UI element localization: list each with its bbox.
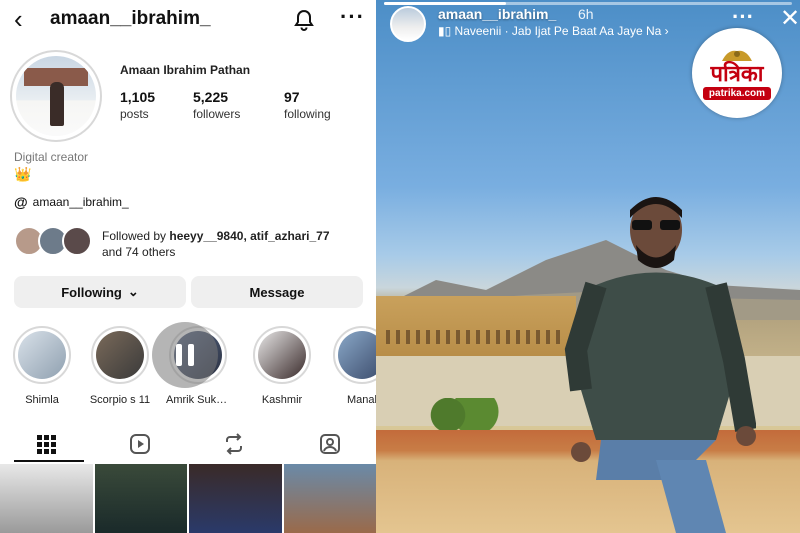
story-progress-bar [384,2,792,5]
followed-by-users: heeyy__9840, atif_azhari_77 [169,229,330,243]
trees [412,398,502,432]
logo-text: पत्रिका [710,61,764,87]
followers-label: followers [193,107,241,121]
post-thumbnail[interactable] [189,464,282,533]
following-label: following [284,107,331,121]
profile-tabs [0,426,376,462]
pause-button[interactable] [152,322,218,388]
repost-icon[interactable] [222,432,246,456]
fort-windows [386,330,566,344]
profile-header: ‹ amaan__ibrahim_ ··· [0,0,376,40]
bell-icon[interactable] [292,8,316,32]
threads-link[interactable]: @ amaan__ibrahim_ [14,194,129,210]
highlight-label: Kashmir [261,394,303,406]
following-stat[interactable]: 97 following [284,89,331,121]
highlight-item[interactable]: Shimla [10,326,74,406]
profile-avatar[interactable] [10,50,102,142]
post-thumbnail[interactable] [0,464,93,533]
music-wave-icon: ▮▯ [438,24,455,38]
story-song-label: Naveenii · Jab Ijat Pe Baat Aa Jaye Na [454,24,662,38]
more-icon[interactable]: ··· [340,4,365,30]
post-thumbnail[interactable] [283,464,376,533]
grid-icon[interactable] [34,432,58,456]
lion-emblem-icon [722,50,752,61]
following-count: 97 [284,89,300,105]
followed-by-suffix: and 74 others [102,245,176,259]
highlight-label: Shimla [25,394,59,406]
followed-by[interactable]: Followed by heeyy__9840, atif_azhari_77 … [14,226,374,260]
bio-emoji: 👑 [14,166,32,182]
chevron-down-icon: ⌄ [127,284,139,299]
message-button-label: Message [249,284,305,300]
fort-building [376,296,576,356]
followed-by-text: Followed by heeyy__9840, atif_azhari_77 … [102,228,330,260]
posts-count: 1,105 [120,89,156,105]
story-time: 6h [578,6,594,22]
reels-icon[interactable] [128,432,152,456]
post-thumbnail[interactable] [94,464,187,533]
followed-by-prefix: Followed by [102,229,167,243]
tagged-icon[interactable] [318,432,342,456]
patrika-logo: पत्रिका patrika.com [692,28,782,118]
more-icon[interactable]: ··· [732,4,754,30]
followers-stat[interactable]: 5,225 followers [193,89,240,121]
threads-icon: @ [14,194,28,210]
highlight-item[interactable]: Manal [330,326,376,406]
avatar [62,226,92,256]
threads-handle: amaan__ibrahim_ [32,195,129,209]
story-username[interactable]: amaan__ibrahim_ [438,6,556,22]
highlight-item[interactable]: Scorpio s 11 [88,326,152,406]
following-button-label: Following [61,284,122,300]
posts-label: posts [120,107,149,121]
active-tab-indicator [14,460,84,462]
story-avatar[interactable] [390,6,426,42]
chevron-right-icon: › [661,24,669,38]
full-name: Amaan Ibrahim Pathan [120,63,251,77]
profile-screen: ‹ amaan__ibrahim_ ··· Amaan Ibrahim Path… [0,0,376,533]
followers-count: 5,225 [193,89,229,105]
story-music[interactable]: ▮▯ Naveenii · Jab Ijat Pe Baat Aa Jaye N… [438,24,669,38]
following-button[interactable]: Following ⌄ [14,276,186,308]
posts-stat[interactable]: 1,105 posts [120,89,155,121]
logo-site: patrika.com [702,86,772,100]
highlight-label: Scorpio s 11 [89,394,151,406]
highlight-label: Manal [347,394,376,406]
posts-grid [0,464,376,533]
close-icon[interactable]: ✕ [780,4,800,33]
highlight-item[interactable]: Kashmir [250,326,314,406]
back-arrow-icon[interactable]: ‹ [14,6,23,32]
highlight-label: Amrik Sukh... [166,394,230,406]
story-viewer[interactable]: amaan__ibrahim_ 6h ▮▯ Naveenii · Jab Ija… [376,0,800,533]
message-button[interactable]: Message [191,276,363,308]
profile-username: amaan__ibrahim_ [50,8,211,29]
bio-category: Digital creator [14,150,89,164]
person-figure [564,197,756,533]
